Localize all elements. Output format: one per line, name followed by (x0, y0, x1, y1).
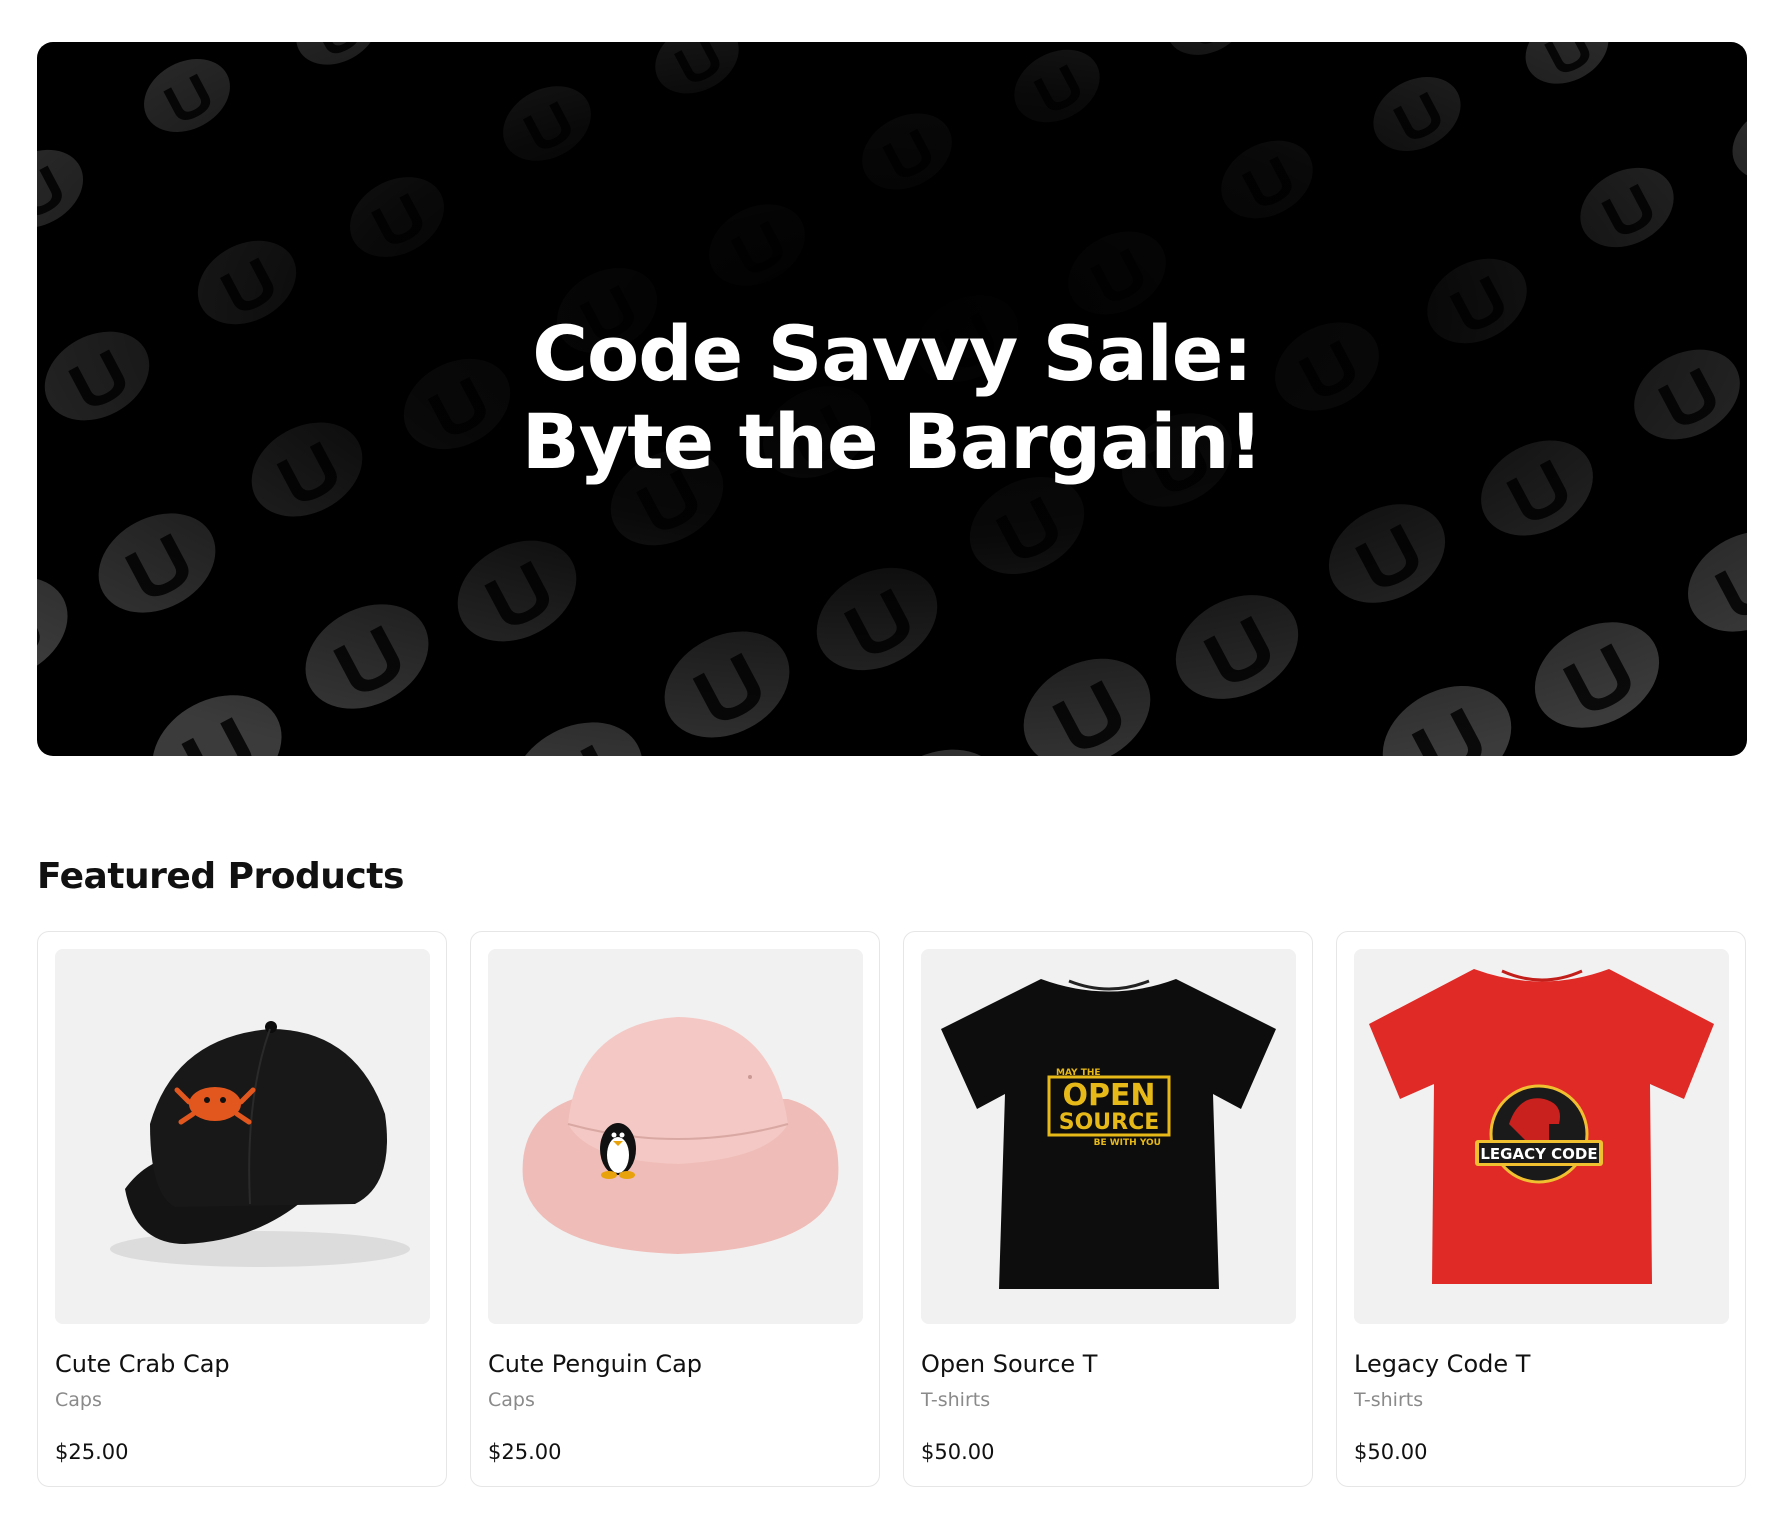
cap-image (55, 949, 430, 1324)
product-price: $50.00 (921, 1440, 995, 1464)
product-grid: Cute Crab Cap Caps $25.00 Cute Penguin C… (37, 931, 1747, 1487)
bucket-hat-image (488, 949, 863, 1324)
product-price: $25.00 (488, 1440, 562, 1464)
product-category: T-shirts (1354, 1389, 1424, 1411)
tshirt-image: MAY THE OPEN SOURCE BE WITH YOU (921, 949, 1296, 1324)
product-name[interactable]: Legacy Code T (1354, 1350, 1530, 1378)
open-source-print: MAY THE OPEN SOURCE BE WITH YOU (1047, 1068, 1171, 1148)
product-image-black-tshirt[interactable]: MAY THE OPEN SOURCE BE WITH YOU (921, 949, 1296, 1324)
product-image-black-cap-crab[interactable] (55, 949, 430, 1324)
product-name[interactable]: Cute Penguin Cap (488, 1350, 702, 1378)
hero-headline-line2: Byte the Bargain! (521, 397, 1263, 486)
product-image-red-tshirt[interactable]: LEGACY CODE (1354, 949, 1729, 1324)
product-price: $50.00 (1354, 1440, 1428, 1464)
product-category: Caps (488, 1389, 535, 1411)
svg-text:OPEN: OPEN (1062, 1078, 1155, 1113)
product-category: T-shirts (921, 1389, 991, 1411)
svg-text:LEGACY CODE: LEGACY CODE (1480, 1145, 1597, 1163)
product-card-cute-crab-cap[interactable]: Cute Crab Cap Caps $25.00 (37, 931, 447, 1487)
product-name[interactable]: Cute Crab Cap (55, 1350, 230, 1378)
product-card-cute-penguin-cap[interactable]: Cute Penguin Cap Caps $25.00 (470, 931, 880, 1487)
product-card-legacy-code-t[interactable]: LEGACY CODE Legacy Code T T-shirts $50.0… (1336, 931, 1746, 1487)
svg-text:BE WITH YOU: BE WITH YOU (1094, 1138, 1161, 1148)
hero-headline-line1: Code Savvy Sale: (532, 309, 1253, 398)
hero-headline: Code Savvy Sale: Byte the Bargain! (37, 310, 1747, 486)
product-category: Caps (55, 1389, 102, 1411)
product-name[interactable]: Open Source T (921, 1350, 1097, 1378)
product-card-open-source-t[interactable]: MAY THE OPEN SOURCE BE WITH YOU Open Sou… (903, 931, 1313, 1487)
featured-products-heading: Featured Products (37, 856, 404, 897)
svg-text:MAY THE: MAY THE (1056, 1068, 1101, 1078)
product-price: $25.00 (55, 1440, 129, 1464)
hero-banner[interactable]: Code Savvy Sale: Byte the Bargain! (37, 42, 1747, 756)
product-image-pink-bucket-hat[interactable] (488, 949, 863, 1324)
svg-text:SOURCE: SOURCE (1059, 1110, 1160, 1135)
tshirt-image: LEGACY CODE (1354, 949, 1729, 1324)
